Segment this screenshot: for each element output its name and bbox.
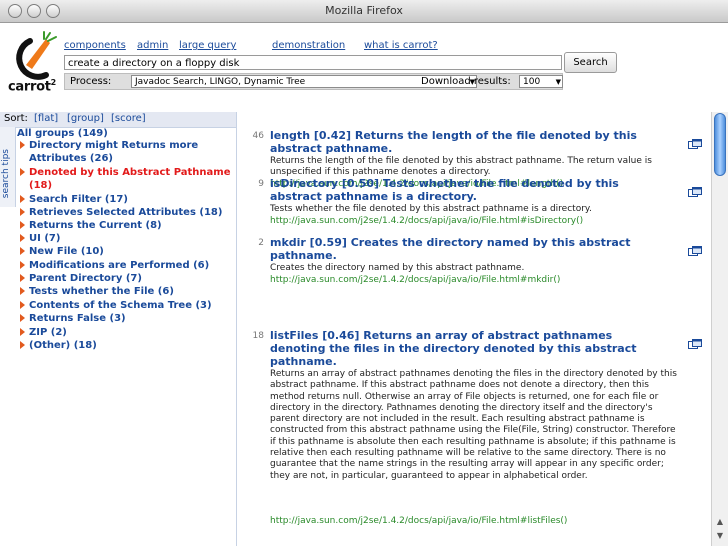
nav-what-is-carrot[interactable]: what is carrot? bbox=[364, 40, 438, 51]
cluster-item[interactable]: Denoted by this Abstract Pathname (18) bbox=[17, 166, 235, 192]
result-rank: 2 bbox=[258, 238, 264, 248]
result-item: 18 listFiles [0.46] Returns an array of a… bbox=[237, 329, 707, 528]
cluster-item[interactable]: Retrieves Selected Attributes (18) bbox=[17, 206, 235, 219]
cluster-item-label: New File (10) bbox=[29, 246, 104, 257]
download-results-select[interactable]: 100 ▼ bbox=[519, 75, 563, 88]
nav-admin[interactable]: admin bbox=[137, 40, 168, 51]
cluster-item[interactable]: Search Filter (17) bbox=[17, 193, 235, 206]
result-item: 9 isDirectory [0.50] Tests whether the fi… bbox=[237, 177, 707, 228]
result-title[interactable]: isDirectory [0.50] Tests whether the fil… bbox=[270, 177, 660, 203]
nav-demonstration[interactable]: demonstration bbox=[272, 40, 345, 51]
result-snippet: Returns the length of the file denoted b… bbox=[270, 156, 652, 178]
result-rank: 18 bbox=[252, 331, 264, 341]
carrot-logo-icon bbox=[16, 31, 57, 80]
nav-large-query[interactable]: large query bbox=[179, 40, 236, 51]
download-results-label: Download results: bbox=[421, 76, 511, 87]
result-title[interactable]: listFiles [0.46] Returns an array of abs… bbox=[270, 329, 660, 368]
sort-flat-link[interactable]: [flat] bbox=[34, 113, 58, 124]
sort-group-link[interactable]: [group] bbox=[67, 113, 104, 124]
results-scrollbar[interactable]: ▲ ▼ bbox=[711, 112, 728, 546]
expand-triangle-icon[interactable] bbox=[20, 328, 25, 336]
cluster-item[interactable]: UI (7) bbox=[17, 232, 235, 245]
expand-triangle-icon[interactable] bbox=[20, 274, 25, 282]
window-title: Mozilla Firefox bbox=[325, 4, 403, 17]
result-url[interactable]: http://java.sun.com/j2se/1.4.2/docs/api/… bbox=[270, 516, 567, 526]
search-tips-label: search tips bbox=[1, 149, 11, 199]
expand-triangle-icon[interactable] bbox=[20, 287, 25, 295]
cluster-item[interactable]: Directory might Returns more Attributes … bbox=[17, 139, 235, 165]
cluster-item[interactable]: Returns the Current (8) bbox=[17, 219, 235, 232]
expand-triangle-icon[interactable] bbox=[20, 247, 25, 255]
cluster-item-label: Returns False (3) bbox=[29, 313, 126, 324]
cluster-item-label: Modifications are Performed (6) bbox=[29, 260, 210, 271]
result-url[interactable]: http://java.sun.com/j2se/1.4.2/docs/api/… bbox=[270, 275, 560, 285]
open-in-window-icon[interactable] bbox=[688, 246, 702, 258]
search-input[interactable]: create a directory on a floppy disk bbox=[64, 55, 562, 70]
cluster-item-label: UI (7) bbox=[29, 233, 61, 244]
cluster-item-label: Returns the Current (8) bbox=[29, 220, 162, 231]
expand-triangle-icon[interactable] bbox=[20, 301, 25, 309]
all-groups-item[interactable]: All groups (149) bbox=[17, 128, 108, 139]
scroll-down-arrow-icon[interactable]: ▼ bbox=[715, 531, 725, 541]
process-row: Process: Javadoc Search, LINGO, Dynamic … bbox=[64, 73, 563, 90]
cluster-item-label: Parent Directory (7) bbox=[29, 273, 142, 284]
cluster-item-label: Directory might Returns more Attributes … bbox=[29, 140, 199, 164]
expand-triangle-icon[interactable] bbox=[20, 221, 25, 229]
result-item: 2 mkdir [0.59] Creates the directory name… bbox=[237, 236, 707, 287]
search-button[interactable]: Search bbox=[564, 52, 617, 73]
sort-bar: Sort: [flat] [group] [score] bbox=[0, 112, 236, 128]
cluster-item[interactable]: Returns False (3) bbox=[17, 312, 235, 325]
search-tips-tab[interactable]: search tips bbox=[0, 127, 16, 207]
sort-score-link[interactable]: [score] bbox=[111, 113, 146, 124]
expand-triangle-icon[interactable] bbox=[20, 195, 25, 203]
sort-label: Sort: bbox=[4, 113, 28, 124]
result-snippet: Returns an array of abstract pathnames d… bbox=[270, 369, 677, 481]
result-snippet: Tests whether the file denoted by this a… bbox=[270, 204, 592, 214]
carrot-logo-text: carrot2 bbox=[8, 78, 56, 95]
expand-triangle-icon[interactable] bbox=[20, 314, 25, 322]
cluster-item[interactable]: (Other) (18) bbox=[17, 339, 235, 352]
expand-triangle-icon[interactable] bbox=[20, 261, 25, 269]
open-in-window-icon[interactable] bbox=[688, 339, 702, 351]
expand-triangle-icon[interactable] bbox=[20, 341, 25, 349]
search-header: carrot2 components admin large query dem… bbox=[0, 23, 728, 107]
dropdown-arrow-icon: ▼ bbox=[555, 78, 561, 86]
open-in-window-icon[interactable] bbox=[688, 139, 702, 151]
cluster-item-label: Tests whether the File (6) bbox=[29, 286, 174, 297]
window-titlebar: Mozilla Firefox bbox=[0, 0, 728, 23]
result-url[interactable]: http://java.sun.com/j2se/1.4.2/docs/api/… bbox=[270, 216, 583, 226]
expand-triangle-icon[interactable] bbox=[20, 208, 25, 216]
scrollbar-thumb[interactable] bbox=[714, 113, 726, 176]
process-label: Process: bbox=[70, 76, 112, 87]
results-list: 46 length [0.42] Returns the length of th… bbox=[237, 112, 709, 546]
cluster-item[interactable]: Tests whether the File (6) bbox=[17, 285, 235, 298]
cluster-item-label: Contents of the Schema Tree (3) bbox=[29, 300, 212, 311]
cluster-item-label: ZIP (2) bbox=[29, 327, 67, 338]
expand-triangle-icon[interactable] bbox=[20, 141, 25, 149]
cluster-item[interactable]: New File (10) bbox=[17, 245, 235, 258]
result-snippet: Creates the directory named by this abst… bbox=[270, 263, 525, 273]
cluster-item-label: Denoted by this Abstract Pathname (18) bbox=[29, 167, 231, 191]
cluster-item[interactable]: Parent Directory (7) bbox=[17, 272, 235, 285]
result-rank: 46 bbox=[252, 131, 264, 141]
cluster-item[interactable]: Modifications are Performed (6) bbox=[17, 259, 235, 272]
cluster-item-label: Search Filter (17) bbox=[29, 194, 128, 205]
expand-triangle-icon[interactable] bbox=[20, 234, 25, 242]
expand-triangle-icon[interactable] bbox=[20, 168, 25, 176]
cluster-item[interactable]: Contents of the Schema Tree (3) bbox=[17, 299, 235, 312]
result-title[interactable]: length [0.42] Returns the length of the … bbox=[270, 129, 660, 155]
result-rank: 9 bbox=[258, 179, 264, 189]
cluster-panel: Sort: [flat] [group] [score] search tips… bbox=[0, 112, 237, 546]
cluster-item[interactable]: ZIP (2) bbox=[17, 326, 235, 339]
nav-components[interactable]: components bbox=[64, 40, 126, 51]
scroll-up-arrow-icon[interactable]: ▲ bbox=[715, 517, 725, 527]
result-title[interactable]: mkdir [0.59] Creates the directory named… bbox=[270, 236, 660, 262]
cluster-item-label: Retrieves Selected Attributes (18) bbox=[29, 207, 223, 218]
open-in-window-icon[interactable] bbox=[688, 187, 702, 199]
cluster-item-label: (Other) (18) bbox=[29, 340, 97, 351]
